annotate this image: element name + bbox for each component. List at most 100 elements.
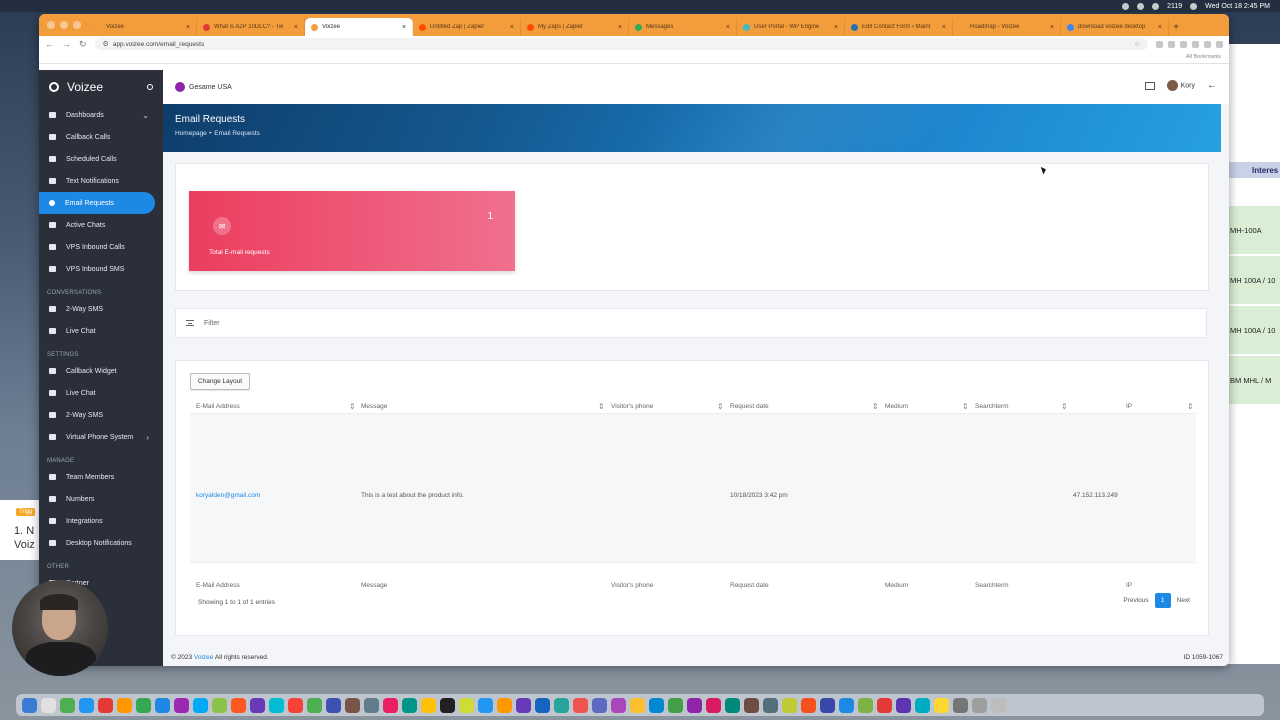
- dock-app-icon[interactable]: [706, 697, 721, 713]
- profile-icon[interactable]: [1204, 40, 1211, 48]
- dock-app-icon[interactable]: [231, 697, 246, 713]
- sidebar-item[interactable]: Numbers: [39, 488, 163, 510]
- close-tab-icon[interactable]: ×: [510, 24, 514, 31]
- sidebar-item[interactable]: Live Chat: [39, 320, 163, 342]
- browser-tab[interactable]: Roadmap - Voizee ×: [953, 18, 1061, 36]
- sort-icon[interactable]: ⇕: [962, 402, 969, 411]
- dock-app-icon[interactable]: [573, 697, 588, 713]
- sidebar-item[interactable]: 2-Way SMS: [39, 298, 163, 320]
- close-window-button[interactable]: [47, 21, 55, 29]
- dock-app-icon[interactable]: [60, 697, 75, 713]
- browser-tab[interactable]: Voizee ×: [89, 18, 197, 36]
- change-layout-button[interactable]: Change Layout: [190, 373, 250, 390]
- dock-app-icon[interactable]: [22, 697, 37, 713]
- dock-app-icon[interactable]: [820, 697, 835, 713]
- browser-tab[interactable]: My Zaps | Zapier ×: [521, 18, 629, 36]
- dock-app-icon[interactable]: [478, 697, 493, 713]
- organization-name[interactable]: Gesame USA: [189, 84, 232, 91]
- sidebar-item[interactable]: Dashboards ⌄: [39, 104, 163, 126]
- dock-app-icon[interactable]: [421, 697, 436, 713]
- background-zapier-window[interactable]: Trigg 1. N Voiz: [0, 500, 40, 560]
- minimize-window-button[interactable]: [60, 21, 68, 29]
- dock-app-icon[interactable]: [269, 697, 284, 713]
- extension-icon[interactable]: [1168, 40, 1175, 48]
- sidebar-item[interactable]: Active Chats: [39, 214, 163, 236]
- sidebar-item[interactable]: Callback Calls: [39, 126, 163, 148]
- breadcrumb-home-link[interactable]: Homepage: [175, 130, 207, 137]
- close-tab-icon[interactable]: ×: [942, 24, 946, 31]
- dock-app-icon[interactable]: [307, 697, 322, 713]
- all-bookmarks-link[interactable]: All Bookmarks: [1186, 54, 1221, 60]
- dock-app-icon[interactable]: [440, 697, 455, 713]
- sidebar-item[interactable]: Callback Widget: [39, 360, 163, 382]
- close-tab-icon[interactable]: ×: [726, 24, 730, 31]
- sort-icon[interactable]: ⇕: [1187, 402, 1194, 411]
- forward-arrow-icon[interactable]: →: [62, 39, 71, 49]
- cell-email[interactable]: koryalden@gmail.com: [196, 492, 260, 499]
- bookmark-star-icon[interactable]: ☆: [1134, 40, 1140, 48]
- dock-app-icon[interactable]: [649, 697, 664, 713]
- dock-app-icon[interactable]: [972, 697, 987, 713]
- dock-app-icon[interactable]: [782, 697, 797, 713]
- dock-app-icon[interactable]: [991, 697, 1006, 713]
- sort-icon[interactable]: ⇕: [872, 402, 879, 411]
- dock-app-icon[interactable]: [212, 697, 227, 713]
- sort-icon[interactable]: ⇕: [598, 402, 605, 411]
- dock-app-icon[interactable]: [953, 697, 968, 713]
- sidebar-item[interactable]: Live Chat: [39, 382, 163, 404]
- logout-arrow-icon[interactable]: ←: [1207, 80, 1217, 91]
- dock-app-icon[interactable]: [915, 697, 930, 713]
- column-header-request-date[interactable]: Request date: [730, 403, 769, 410]
- extension-icon[interactable]: [1156, 40, 1163, 48]
- back-arrow-icon[interactable]: ←: [45, 39, 54, 49]
- reload-icon[interactable]: ↻: [79, 39, 87, 50]
- dock-app-icon[interactable]: [326, 697, 341, 713]
- close-tab-icon[interactable]: ×: [402, 24, 406, 31]
- dock-app-icon[interactable]: [288, 697, 303, 713]
- dock-app-icon[interactable]: [41, 697, 56, 713]
- sidebar-item[interactable]: Team Members: [39, 466, 163, 488]
- zoom-window-button[interactable]: [73, 21, 81, 29]
- dock-app-icon[interactable]: [668, 697, 683, 713]
- dock-app-icon[interactable]: [839, 697, 854, 713]
- table-row[interactable]: [190, 413, 1196, 563]
- sidebar-item[interactable]: Virtual Phone System ›: [39, 426, 163, 448]
- background-spreadsheet-window[interactable]: Interes MH-100A MH 100A / 10 MH 100A / 1…: [1222, 44, 1280, 664]
- footer-brand-link[interactable]: Voizee: [194, 654, 214, 661]
- dock-app-icon[interactable]: [497, 697, 512, 713]
- dock-app-icon[interactable]: [744, 697, 759, 713]
- menubar-clock[interactable]: Wed Oct 18 2:45 PM: [1205, 3, 1270, 10]
- sidebar-item[interactable]: Email Requests: [39, 192, 155, 214]
- sidebar-item[interactable]: Desktop Notifications: [39, 532, 163, 554]
- dock-app-icon[interactable]: [554, 697, 569, 713]
- fullscreen-icon[interactable]: [1144, 81, 1155, 90]
- sort-icon[interactable]: ⇕: [349, 402, 356, 411]
- close-tab-icon[interactable]: ×: [618, 24, 622, 31]
- battery-readout[interactable]: 2119: [1167, 3, 1182, 10]
- dock-app-icon[interactable]: [934, 697, 949, 713]
- sidebar-item[interactable]: Scheduled Calls: [39, 148, 163, 170]
- dock-app-icon[interactable]: [155, 697, 170, 713]
- dock-app-icon[interactable]: [345, 697, 360, 713]
- browser-menu-icon[interactable]: [1216, 40, 1223, 48]
- dock-app-icon[interactable]: [687, 697, 702, 713]
- dock-app-icon[interactable]: [459, 697, 474, 713]
- address-bar[interactable]: ⚙ app.voizee.com/email_requests ☆: [94, 38, 1148, 50]
- browser-tab[interactable]: Messages ×: [629, 18, 737, 36]
- previous-page-button[interactable]: Previous: [1123, 597, 1148, 604]
- sidebar-item[interactable]: VPS Inbound SMS: [39, 258, 163, 280]
- column-header-visitor-phone[interactable]: Visitor's phone: [611, 403, 653, 410]
- dock-app-icon[interactable]: [79, 697, 94, 713]
- sidebar-item[interactable]: Integrations: [39, 510, 163, 532]
- current-page-button[interactable]: 1: [1154, 593, 1171, 608]
- browser-tab[interactable]: Untitled Zap | Zapier ×: [413, 18, 521, 36]
- dock-app-icon[interactable]: [611, 697, 626, 713]
- browser-tab[interactable]: User Portal - WP Engine ×: [737, 18, 845, 36]
- next-page-button[interactable]: Next: [1177, 597, 1190, 604]
- brand[interactable]: Voizee: [39, 70, 163, 104]
- sidebar-item[interactable]: 2-Way SMS: [39, 404, 163, 426]
- wifi-icon[interactable]: [1190, 2, 1198, 10]
- menubar-status-icon[interactable]: [1152, 2, 1160, 10]
- dock-app-icon[interactable]: [630, 697, 645, 713]
- column-header-ip[interactable]: IP: [1126, 403, 1132, 410]
